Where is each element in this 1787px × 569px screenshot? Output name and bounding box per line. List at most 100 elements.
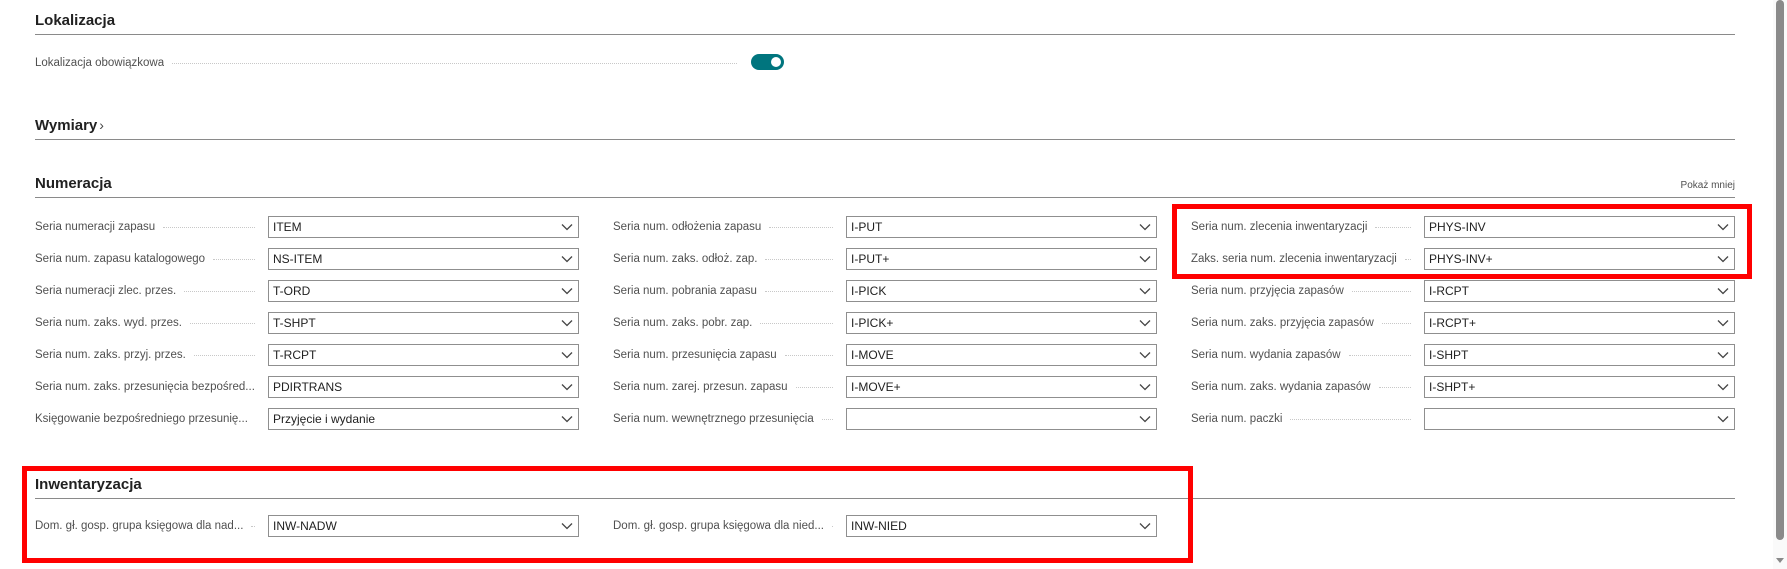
leader-dots bbox=[1348, 354, 1411, 356]
numeracja-c1-f5-select[interactable]: T-RCPT bbox=[268, 344, 579, 366]
section-title-lokalizacja[interactable]: Lokalizacja bbox=[35, 12, 1735, 35]
field-label: Księgowanie bezpośredniego przesunię... bbox=[35, 413, 248, 425]
mandatory-location-toggle[interactable] bbox=[751, 54, 784, 70]
numeracja-c2-f1-select[interactable]: I-PUT bbox=[846, 216, 1157, 238]
numeracja-c3-f7-select[interactable] bbox=[1424, 408, 1735, 430]
toggle-knob bbox=[771, 57, 781, 67]
numeracja-c3-f5-select[interactable]: I-SHPT bbox=[1424, 344, 1735, 366]
numeracja-c3-f3-row: Seria num. przyjęcia zapasów bbox=[1191, 279, 1419, 303]
numeracja-c1-f3-select[interactable]: T-ORD bbox=[268, 280, 579, 302]
select-value: I-MOVE bbox=[851, 348, 894, 362]
numeracja-c1-f5-row: Seria num. zaks. przyj. przes. bbox=[35, 343, 263, 367]
chevron-down-icon[interactable] bbox=[1134, 249, 1156, 269]
select-value: T-ORD bbox=[273, 284, 311, 298]
numeracja-c3-f4-row: Seria num. zaks. przyjęcia zapasów bbox=[1191, 311, 1419, 335]
numeracja-c1-f6-row: Seria num. zaks. przesunięcia bezpośred.… bbox=[35, 375, 263, 399]
numeracja-c3-f6-select[interactable]: I-SHPT+ bbox=[1424, 376, 1735, 398]
numeracja-c1-f2-row: Seria num. zapasu katalogowego bbox=[35, 247, 263, 271]
field-label: Seria num. zaks. przyjęcia zapasów bbox=[1191, 317, 1374, 329]
field-label: Dom. gł. gosp. grupa księgowa dla nied..… bbox=[613, 520, 824, 532]
inwentaryzacja-f1-select[interactable]: INW-NADW bbox=[268, 515, 579, 537]
chevron-down-icon[interactable] bbox=[1712, 409, 1734, 429]
leader-dots bbox=[765, 258, 833, 260]
leader-dots bbox=[1381, 322, 1411, 324]
numeracja-c3-f5-row: Seria num. wydania zapasów bbox=[1191, 343, 1419, 367]
scroll-down-arrow-icon[interactable] bbox=[1775, 557, 1785, 565]
chevron-down-icon[interactable] bbox=[1712, 281, 1734, 301]
chevron-down-icon[interactable] bbox=[1712, 249, 1734, 269]
chevron-down-icon[interactable] bbox=[1134, 377, 1156, 397]
section-title-wymiary-text: Wymiary bbox=[35, 117, 98, 134]
leader-dots bbox=[795, 386, 833, 388]
field-label: Seria num. wydania zapasów bbox=[1191, 349, 1341, 361]
numeracja-c3-f2-select[interactable]: PHYS-INV+ bbox=[1424, 248, 1735, 270]
numeracja-c2-f3-select[interactable]: I-PICK bbox=[846, 280, 1157, 302]
numeracja-c2-f3-row: Seria num. pobrania zapasu bbox=[613, 279, 841, 303]
field-label: Seria num. wewnętrznego przesunięcia bbox=[613, 413, 814, 425]
chevron-down-icon[interactable] bbox=[1134, 516, 1156, 536]
inwentaryzacja-f2-row: Dom. gł. gosp. grupa księgowa dla nied..… bbox=[613, 514, 841, 538]
chevron-down-icon[interactable] bbox=[556, 217, 578, 237]
field-lokalizacja-obowiazkowa: Lokalizacja obowiązkowa bbox=[35, 51, 745, 75]
page: Lokalizacja Lokalizacja obowiązkowa Wymi… bbox=[0, 0, 1787, 569]
section-title-inwentaryzacja[interactable]: Inwentaryzacja bbox=[35, 476, 1735, 499]
numeracja-c1-f1-select[interactable]: ITEM bbox=[268, 216, 579, 238]
scrollbar-thumb[interactable] bbox=[1776, 0, 1784, 540]
leader-dots bbox=[190, 322, 255, 324]
numeracja-c1-f6-select[interactable]: PDIRTRANS bbox=[268, 376, 579, 398]
chevron-down-icon[interactable] bbox=[1134, 345, 1156, 365]
vertical-scrollbar[interactable] bbox=[1773, 0, 1787, 569]
numeracja-c2-f5-select[interactable]: I-MOVE bbox=[846, 344, 1157, 366]
numeracja-c3-f3-select[interactable]: I-RCPT bbox=[1424, 280, 1735, 302]
numeracja-c2-f7-select[interactable] bbox=[846, 408, 1157, 430]
chevron-down-icon[interactable] bbox=[556, 409, 578, 429]
numeracja-c3-f1-select[interactable]: PHYS-INV bbox=[1424, 216, 1735, 238]
leader-dots bbox=[184, 290, 255, 292]
leader-dots bbox=[193, 354, 255, 356]
chevron-down-icon[interactable] bbox=[1712, 345, 1734, 365]
numeracja-c2-f1-row: Seria num. odłożenia zapasu bbox=[613, 215, 841, 239]
numeracja-c3-f4-select[interactable]: I-RCPT+ bbox=[1424, 312, 1735, 334]
field-label: Seria num. odłożenia zapasu bbox=[613, 221, 762, 233]
chevron-down-icon[interactable] bbox=[556, 345, 578, 365]
chevron-down-icon[interactable] bbox=[1712, 377, 1734, 397]
chevron-down-icon[interactable] bbox=[556, 516, 578, 536]
chevron-down-icon[interactable] bbox=[1712, 217, 1734, 237]
numeracja-c1-f7-row: Księgowanie bezpośredniego przesunię... bbox=[35, 407, 263, 431]
leader-dots bbox=[1375, 226, 1411, 228]
numeracja-c1-f2-select[interactable]: NS-ITEM bbox=[268, 248, 579, 270]
field-label: Seria num. zapasu katalogowego bbox=[35, 253, 206, 265]
numeracja-c2-f2-select[interactable]: I-PUT+ bbox=[846, 248, 1157, 270]
leader-dots bbox=[1290, 418, 1411, 420]
chevron-down-icon[interactable] bbox=[556, 377, 578, 397]
field-label: Seria num. przesunięcia zapasu bbox=[613, 349, 777, 361]
chevron-down-icon[interactable] bbox=[1134, 313, 1156, 333]
numeracja-c2-f4-select[interactable]: I-PICK+ bbox=[846, 312, 1157, 334]
show-less-link[interactable]: Pokaż mniej bbox=[1681, 180, 1735, 191]
section-title-wymiary[interactable]: Wymiary › bbox=[35, 117, 1735, 140]
numeracja-c3-f1-row: Seria num. zlecenia inwentaryzacji bbox=[1191, 215, 1419, 239]
chevron-down-icon[interactable] bbox=[1134, 217, 1156, 237]
numeracja-c1-f7-select[interactable]: Przyjęcie i wydanie bbox=[268, 408, 579, 430]
section-title-numeracja[interactable]: Numeracja bbox=[35, 175, 1735, 198]
chevron-down-icon[interactable] bbox=[1134, 281, 1156, 301]
leader-dots bbox=[784, 354, 833, 356]
chevron-down-icon[interactable] bbox=[556, 281, 578, 301]
chevron-down-icon[interactable] bbox=[556, 313, 578, 333]
select-value: I-RCPT bbox=[1429, 284, 1469, 298]
field-label: Lokalizacja obowiązkowa bbox=[35, 57, 165, 69]
select-value: INW-NIED bbox=[851, 519, 907, 533]
leader-dots bbox=[1378, 386, 1411, 388]
chevron-down-icon[interactable] bbox=[556, 249, 578, 269]
numeracja-c1-f4-select[interactable]: T-SHPT bbox=[268, 312, 579, 334]
select-value: PDIRTRANS bbox=[273, 380, 343, 394]
inwentaryzacja-f2-select[interactable]: INW-NIED bbox=[846, 515, 1157, 537]
numeracja-c2-f6-select[interactable]: I-MOVE+ bbox=[846, 376, 1157, 398]
select-value: PHYS-INV+ bbox=[1429, 252, 1493, 266]
chevron-down-icon[interactable] bbox=[1712, 313, 1734, 333]
field-label: Seria num. zaks. pobr. zap. bbox=[613, 317, 753, 329]
leader-dots bbox=[163, 226, 255, 228]
field-label: Seria numeracji zapasu bbox=[35, 221, 156, 233]
numeracja-c2-f4-row: Seria num. zaks. pobr. zap. bbox=[613, 311, 841, 335]
chevron-down-icon[interactable] bbox=[1134, 409, 1156, 429]
